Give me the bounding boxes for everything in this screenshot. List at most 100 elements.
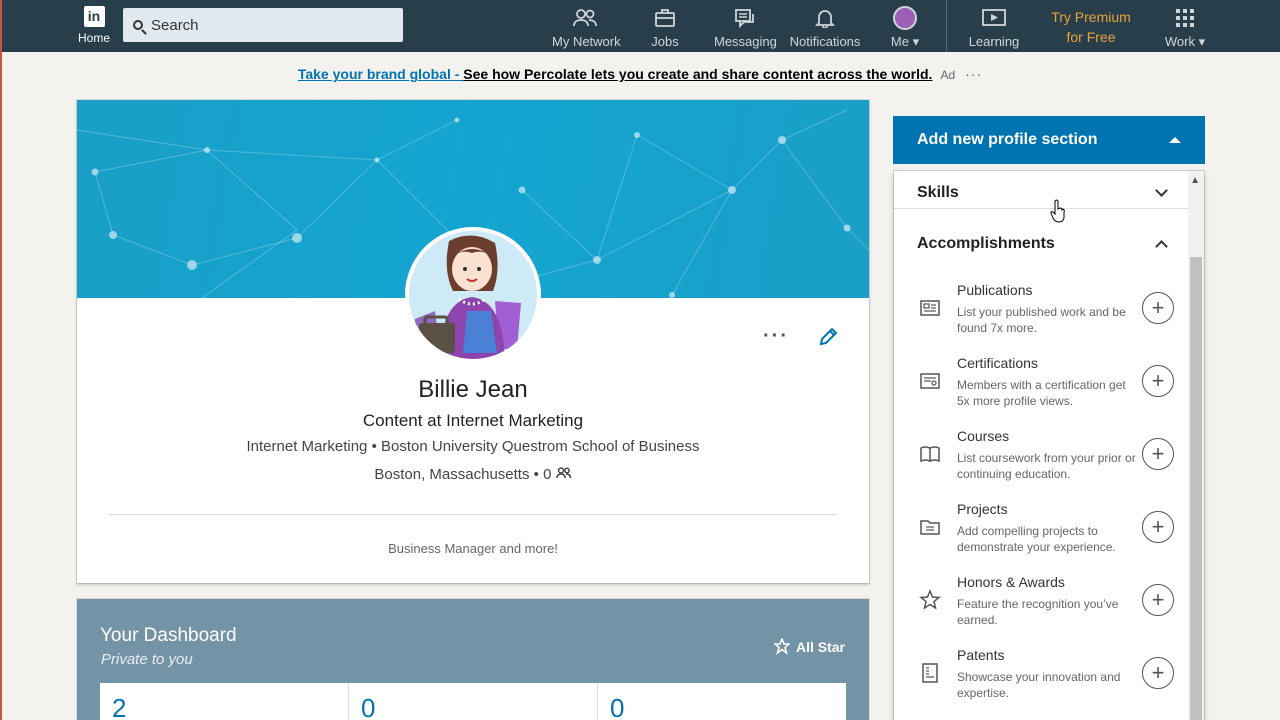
- try-premium-link[interactable]: Try Premium for Free: [1040, 7, 1142, 47]
- accomplishment-title: Courses: [957, 428, 1010, 444]
- messaging-icon: [714, 6, 776, 30]
- section-accomplishments-label: Accomplishments: [917, 235, 1055, 252]
- section-skills[interactable]: Skills: [894, 177, 1188, 209]
- profile-photo[interactable]: [405, 227, 541, 363]
- plus-icon: +: [1151, 587, 1165, 612]
- accomplishment-item-honors: Honors & Awards Feature the recognition …: [894, 574, 1188, 644]
- folder-icon: [920, 520, 940, 535]
- dashboard-stat[interactable]: 2: [100, 683, 349, 720]
- grid-icon: [1162, 6, 1208, 30]
- scroll-thumb[interactable]: [1190, 257, 1202, 720]
- add-profile-section-button[interactable]: Add new profile section: [893, 116, 1205, 164]
- accomplishment-item-publications: Publications List your published work an…: [894, 282, 1188, 352]
- dashboard-stat[interactable]: 0: [349, 683, 598, 720]
- briefcase-icon: [645, 6, 685, 30]
- connections-count[interactable]: 0: [543, 466, 551, 483]
- top-nav: in Home My Network Jobs Messaging Notifi…: [0, 0, 1280, 52]
- nav-label: Learning: [968, 34, 1020, 49]
- accomplishment-desc: Feature the recognition you’ve earned.: [957, 597, 1119, 627]
- nav-work[interactable]: Work ▾: [1162, 6, 1208, 50]
- profile-section-dropdown: ▲ Skills Accomplishments Publications Li…: [894, 171, 1204, 720]
- learning-icon: [966, 6, 1022, 30]
- ad-more-icon[interactable]: ···: [965, 66, 982, 82]
- accomplishment-item-courses: Courses List coursework from your prior …: [894, 428, 1188, 498]
- scroll-up-icon[interactable]: ▲: [1190, 175, 1200, 186]
- accomplishment-title: Patents: [957, 647, 1005, 663]
- nav-label: Work: [1164, 34, 1195, 49]
- add-certification-button[interactable]: +: [1142, 365, 1174, 397]
- profile-location-line: Boston, Massachusetts • 0: [77, 466, 869, 483]
- accomplishment-item-certifications: Certifications Members with a certificat…: [894, 355, 1188, 425]
- ad-link-primary[interactable]: Take your brand global -: [298, 66, 463, 82]
- nav-learning[interactable]: Learning: [966, 6, 1022, 49]
- accomplishment-title: Certifications: [957, 355, 1038, 371]
- separator: •: [371, 438, 377, 455]
- accomplishment-desc: Members with a certification get 5x more…: [957, 378, 1126, 408]
- premium-line2: for Free: [1066, 29, 1116, 45]
- scrollbar[interactable]: ▲: [1188, 171, 1204, 720]
- profile-footer-link[interactable]: Business Manager and more!: [77, 541, 869, 556]
- accomplishment-desc: Showcase your innovation and expertise.: [957, 670, 1121, 700]
- add-honor-button[interactable]: +: [1142, 584, 1174, 616]
- nav-label: Me: [890, 34, 909, 49]
- search-box[interactable]: [123, 8, 403, 42]
- all-star-label: All Star: [795, 639, 845, 655]
- profile-card: ··· Billie Jean Content at Internet Mark…: [77, 100, 869, 583]
- section-skills-label: Skills: [917, 183, 959, 201]
- chevron-down-icon: [1155, 184, 1168, 197]
- plus-icon: +: [1151, 295, 1165, 320]
- hand-cursor-icon: [1050, 199, 1065, 223]
- profile-company-school: Internet Marketing • Boston University Q…: [77, 438, 869, 455]
- separator: •: [533, 466, 539, 483]
- accomplishment-title: Publications: [957, 282, 1033, 298]
- more-options-icon[interactable]: ···: [763, 325, 789, 348]
- nav-notifications[interactable]: Notifications: [789, 6, 861, 49]
- nav-divider: [946, 0, 947, 52]
- profile-name: Billie Jean: [418, 376, 528, 403]
- edit-pencil-icon[interactable]: [817, 326, 839, 348]
- nav-label: Notifications: [789, 34, 861, 49]
- nav-jobs[interactable]: Jobs: [645, 6, 685, 49]
- patent-icon: [922, 663, 938, 683]
- dashboard-stats: 2 0 0: [100, 683, 846, 720]
- card-actions: ···: [763, 325, 839, 348]
- caret-up-icon: [1169, 137, 1181, 143]
- ad-banner: Take your brand global - See how Percola…: [0, 66, 1280, 82]
- add-project-button[interactable]: +: [1142, 511, 1174, 543]
- book-icon: [920, 446, 940, 463]
- all-star-badge[interactable]: All Star: [773, 638, 845, 656]
- add-publication-button[interactable]: +: [1142, 292, 1174, 324]
- section-accomplishments[interactable]: Accomplishments: [894, 229, 1188, 259]
- add-patent-button[interactable]: +: [1142, 657, 1174, 689]
- all-star-icon: [773, 638, 790, 655]
- accomplishment-title: Honors & Awards: [957, 574, 1065, 590]
- dashboard-stat[interactable]: 0: [598, 683, 846, 720]
- nav-me[interactable]: Me ▾: [886, 6, 924, 50]
- search-icon: [133, 20, 143, 30]
- home-nav-item[interactable]: in Home: [76, 6, 112, 45]
- certifications-icon: [920, 373, 940, 389]
- profile-company[interactable]: Internet Marketing: [247, 438, 368, 455]
- caret-down-icon: ▾: [912, 34, 920, 49]
- caret-down-icon: ▾: [1198, 34, 1206, 49]
- search-input[interactable]: [151, 16, 381, 34]
- add-course-button[interactable]: +: [1142, 438, 1174, 470]
- ad-tag: Ad: [940, 68, 956, 82]
- connections-icon[interactable]: [555, 467, 572, 479]
- profile-school[interactable]: Boston University Questrom School of Bus…: [381, 438, 699, 455]
- plus-icon: +: [1151, 514, 1165, 539]
- nav-messaging[interactable]: Messaging: [714, 6, 777, 49]
- divider: [109, 514, 837, 515]
- ad-link-secondary[interactable]: See how Percolate lets you create and sh…: [463, 66, 932, 82]
- chevron-up-icon: [1155, 239, 1168, 253]
- dashboard-title: Your Dashboard: [100, 625, 237, 646]
- publications-icon: [920, 300, 940, 316]
- nav-my-network[interactable]: My Network: [552, 6, 621, 49]
- plus-icon: +: [1151, 368, 1165, 393]
- nav-label: Messaging: [714, 34, 777, 49]
- accomplishment-item-projects: Projects Add compelling projects to demo…: [894, 501, 1188, 571]
- plus-icon: +: [1151, 441, 1165, 466]
- linkedin-logo-icon: in: [83, 6, 105, 27]
- plus-icon: +: [1151, 660, 1165, 685]
- accomplishment-desc: Add compelling projects to demonstrate y…: [957, 524, 1116, 554]
